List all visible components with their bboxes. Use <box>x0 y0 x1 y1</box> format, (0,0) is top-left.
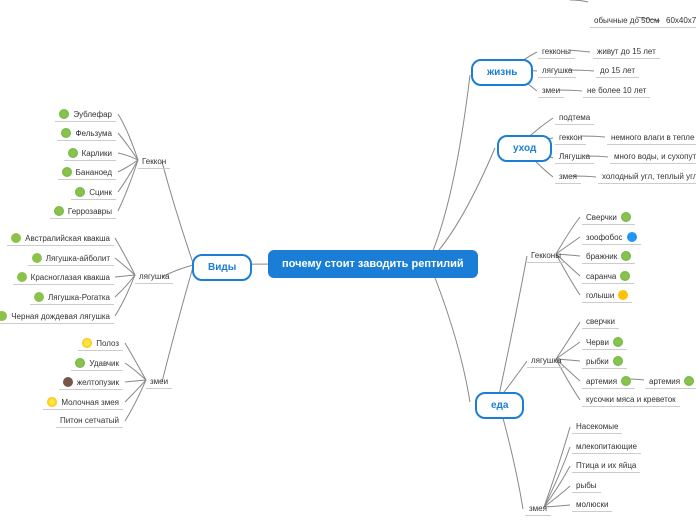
leaf-brazhnik[interactable]: бражник <box>582 249 635 264</box>
leaf-sarancha[interactable]: саранча <box>582 269 634 284</box>
leaf-sverchki2[interactable]: сверчки <box>582 315 619 329</box>
sub-zmeya-u[interactable]: змея <box>555 170 581 184</box>
globe-icon <box>75 358 85 368</box>
globe-icon <box>621 212 631 222</box>
leaf-mlekop[interactable]: млекопитающие <box>572 440 641 454</box>
snake-icon <box>82 338 92 348</box>
leaf-karliki[interactable]: Карлики <box>64 146 116 161</box>
globe-icon <box>54 206 64 216</box>
sub-gekkon[interactable]: Геккон <box>138 155 170 169</box>
leaf-zhivut15[interactable]: живут до 15 лет <box>593 45 660 59</box>
leaf-nebolee10[interactable]: не более 10 лет <box>583 84 650 98</box>
leaf-rogatka[interactable]: Лягушка-Рогатка <box>30 290 114 305</box>
leaf-artemiya[interactable]: артемия <box>582 374 635 389</box>
globe-icon <box>613 337 623 347</box>
globe-icon <box>684 376 694 386</box>
globe-icon <box>621 251 631 261</box>
main-uhod[interactable]: уход <box>497 135 552 162</box>
sub-lyagushka-r[interactable]: лягушка <box>538 64 576 78</box>
leaf-chervi[interactable]: Черви <box>582 335 627 350</box>
leaf-gerrozavry[interactable]: Геррозавры <box>50 204 116 219</box>
sub-lyagushka[interactable]: лягушка <box>135 270 173 284</box>
sub-lyagushka-u[interactable]: Лягушка <box>555 150 594 164</box>
frog-icon <box>11 233 21 243</box>
blue-icon <box>627 232 637 242</box>
sub-gekkony-e[interactable]: Гекконы <box>527 249 565 263</box>
leaf-artemiya2[interactable]: артемия <box>645 374 696 389</box>
leaf-eublefar[interactable]: Эублефар <box>55 107 116 122</box>
leaf-nasekomye[interactable]: Насекомые <box>572 420 622 434</box>
globe-icon <box>61 128 71 138</box>
leaf-udavchik[interactable]: Удавчик <box>71 356 123 371</box>
main-zhizn[interactable]: жизнь <box>471 59 533 86</box>
leaf-poloz[interactable]: Полоз <box>78 336 123 351</box>
leaf-sverchki[interactable]: Сверчки <box>582 210 635 225</box>
main-eda[interactable]: еда <box>475 392 524 419</box>
leaf-zoofobas[interactable]: зоофобос <box>582 230 641 245</box>
globe-icon <box>621 376 631 386</box>
leaf-krasnoglaz[interactable]: Красноглазая квакша <box>13 270 114 285</box>
frog-icon <box>32 253 42 263</box>
leaf-austr[interactable]: Австралийская квакша <box>7 231 114 246</box>
sub-gekkon-u[interactable]: геккон <box>555 131 586 145</box>
brown-icon <box>63 377 73 387</box>
globe-icon <box>68 148 78 158</box>
leaf-piton[interactable]: Питон сетчатый <box>56 414 123 428</box>
leaf-mnogo[interactable]: много воды, и сухопутный уго <box>610 150 696 164</box>
leaf-normal[interactable]: обычные до 50см <box>590 14 664 28</box>
frog-icon <box>34 292 44 302</box>
globe-icon <box>62 167 72 177</box>
sub-zmeya-e[interactable]: змея <box>525 502 551 516</box>
leaf-ryby[interactable]: рыбы <box>572 479 601 493</box>
leaf-felzuma[interactable]: Фельзума <box>57 126 116 141</box>
leaf-golyshi[interactable]: голыши <box>582 288 632 303</box>
snake-icon <box>47 397 57 407</box>
central-topic[interactable]: почему стоит заводить рептилий <box>268 250 478 278</box>
sub-gekkony-r[interactable]: гекконы <box>538 45 575 59</box>
sub-zmei[interactable]: змеи <box>146 375 172 389</box>
sub-zmei-r[interactable]: змеи <box>538 84 564 98</box>
leaf-mollyuski[interactable]: молюски <box>572 498 612 512</box>
main-label: еда <box>491 400 508 411</box>
main-label: Виды <box>208 262 236 273</box>
leaf-scink[interactable]: Сцинк <box>71 185 116 200</box>
globe-icon <box>620 271 630 281</box>
leaf-do15[interactable]: до 15 лет <box>596 64 639 78</box>
globe-icon <box>59 109 69 119</box>
leaf-kusochki[interactable]: кусочки мяса и креветок <box>582 393 680 407</box>
leaf-molochnaya[interactable]: Молочная змея <box>43 395 123 410</box>
leaf-bananoед[interactable]: Бананоед <box>58 165 116 180</box>
leaf-aibolit[interactable]: Лягушка-айболит <box>28 251 114 266</box>
central-label: почему стоит заводить рептилий <box>282 258 464 270</box>
main-label: уход <box>513 143 536 154</box>
leaf-chernaya[interactable]: Черная дождевая лягушка <box>0 309 114 324</box>
globe-icon <box>75 187 85 197</box>
leaf-zheltopuzik[interactable]: желтопузик <box>59 375 123 390</box>
leaf-ptitsa[interactable]: Птица и их яйца <box>572 459 640 473</box>
leaf-nemnogo[interactable]: немного влаги в тепле и пазей <box>607 131 696 145</box>
leaf-rybki[interactable]: рыбки <box>582 354 627 369</box>
main-vidy[interactable]: Виды <box>192 254 252 281</box>
frog-icon <box>17 272 27 282</box>
yellow-icon <box>618 290 628 300</box>
main-label: жизнь <box>487 67 517 78</box>
sub-podtema[interactable]: подтема <box>555 111 594 125</box>
frog-icon <box>0 311 7 321</box>
leaf-size2[interactable]: 60x40x70 <box>662 14 696 28</box>
leaf-holodnyy[interactable]: холодный угл, теплый угл и влаж <box>598 170 696 184</box>
sub-lyagushka-e[interactable]: лягушка <box>527 354 565 368</box>
globe-icon <box>613 356 623 366</box>
